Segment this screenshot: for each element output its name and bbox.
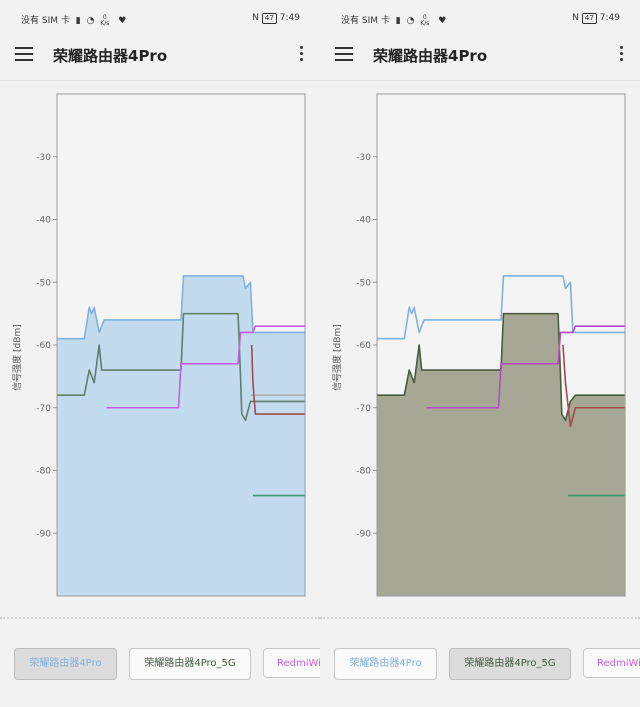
tab-network-3[interactable]: RedmiWiFi	[583, 648, 640, 678]
app-title: 荣耀路由器4Pro	[53, 47, 168, 65]
more-options-icon[interactable]	[612, 46, 630, 66]
net-speed: 0 K/s	[420, 13, 430, 27]
menu-icon[interactable]	[335, 47, 353, 63]
y-tick-label: -30	[36, 153, 51, 163]
sim-icon: ▮	[75, 16, 81, 26]
more-options-icon[interactable]	[292, 46, 310, 66]
network-tabs: 荣耀路由器4Pro 荣耀路由器4Pro_5G RedmiWiFi	[0, 648, 320, 680]
page-indicator-dots	[320, 617, 640, 619]
battery-icon: 47	[261, 13, 277, 24]
menu-icon[interactable]	[15, 47, 33, 63]
network-tabs: 荣耀路由器4Pro 荣耀路由器4Pro_5G RedmiWiFi	[320, 648, 640, 680]
clock: 7:49	[279, 13, 300, 23]
y-axis-label: 信号强度 [dBm]	[11, 324, 23, 391]
heart-icon: ♥	[118, 16, 127, 26]
nfc-icon: N	[572, 13, 579, 23]
status-bar: 没有 SIM 卡 ▮ ◔ 0 K/s ♥ N 47 7:49	[0, 0, 320, 36]
chart-svg: -30 -40 -50 -60 -70 -80 -90 信号强度 [dBm]	[11, 93, 306, 597]
status-bar: 没有 SIM 卡 ▮ ◔ 0 K/s ♥ N 47 7:49	[320, 0, 640, 36]
nfc-icon: N	[252, 13, 259, 23]
y-tick-label: -90	[36, 529, 51, 539]
app-bar: 荣耀路由器4Pro	[320, 36, 640, 74]
y-tick-label: -40	[36, 216, 51, 226]
y-tick-label: -50	[36, 278, 51, 288]
sim-icon: ▮	[395, 16, 401, 26]
tab-network-1[interactable]: 荣耀路由器4Pro	[334, 648, 437, 680]
battery-icon: 47	[581, 13, 597, 24]
right-screen: 没有 SIM 卡 ▮ ◔ 0 K/s ♥ N 47 7:49 荣耀路由器4Pro -3…	[320, 0, 640, 707]
y-tick-label: -50	[356, 278, 371, 288]
net-speed: 0 K/s	[100, 13, 110, 27]
chart-svg: -30 -40 -50 -60 -70 -80 -90 信号强度 [dBm]	[331, 93, 626, 597]
clock: 7:49	[599, 13, 620, 23]
y-tick-label: -80	[356, 467, 371, 477]
y-tick-label: -90	[356, 529, 371, 539]
left-screen: 没有 SIM 卡 ▮ ◔ 0 K/s ♥ N 47 7:49 荣耀路由器4Pro -3…	[0, 0, 320, 707]
y-tick-label: -70	[356, 404, 371, 414]
wifi-icon: ◔	[86, 16, 95, 26]
page-indicator-dots	[0, 617, 320, 619]
tab-network-3[interactable]: RedmiWiFi	[263, 648, 320, 678]
tab-network-2[interactable]: 荣耀路由器4Pro_5G	[129, 648, 251, 680]
y-tick-label: -60	[36, 341, 51, 351]
carrier-text: 没有 SIM 卡	[341, 16, 390, 26]
signal-chart: -30 -40 -50 -60 -70 -80 -90 信号强度 [dBm]	[320, 88, 640, 608]
app-bar: 荣耀路由器4Pro	[0, 36, 320, 74]
divider	[0, 80, 320, 81]
carrier-text: 没有 SIM 卡	[21, 16, 70, 26]
wifi-icon: ◔	[406, 16, 415, 26]
y-tick-label: -80	[36, 467, 51, 477]
tab-network-2[interactable]: 荣耀路由器4Pro_5G	[449, 648, 571, 680]
divider	[320, 80, 640, 81]
y-tick-label: -70	[36, 404, 51, 414]
tab-network-1[interactable]: 荣耀路由器4Pro	[14, 648, 117, 680]
y-axis-label: 信号强度 [dBm]	[331, 324, 343, 391]
signal-chart: -30 -40 -50 -60 -70 -80 -90 信号强度 [dBm]	[0, 88, 320, 608]
y-tick-label: -60	[356, 341, 371, 351]
y-tick-label: -40	[356, 216, 371, 226]
heart-icon: ♥	[438, 16, 447, 26]
app-title: 荣耀路由器4Pro	[373, 47, 488, 65]
y-tick-label: -30	[356, 153, 371, 163]
